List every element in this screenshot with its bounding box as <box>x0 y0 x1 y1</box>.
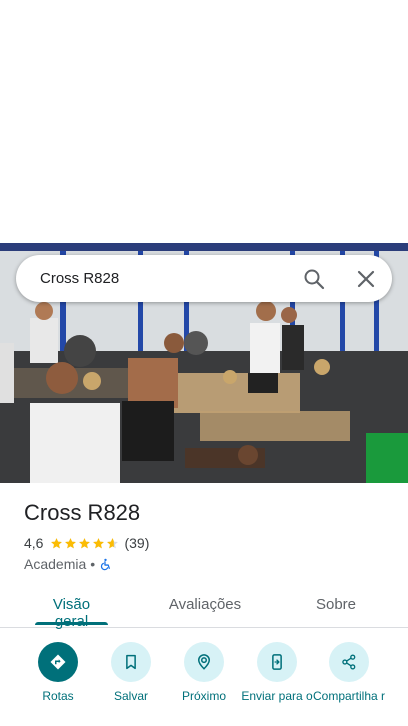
category-row: Academia • <box>24 556 112 572</box>
share-button[interactable]: Compartilha r <box>309 640 389 703</box>
rating-stars <box>50 537 120 550</box>
search-input[interactable]: Cross R828 <box>40 255 119 302</box>
star-icon <box>79 537 91 548</box>
directions-button[interactable]: Rotas <box>18 640 98 703</box>
search-bar[interactable]: Cross R828 <box>16 255 392 302</box>
rating-row[interactable]: 4,6 (39) <box>24 535 149 551</box>
active-tab-indicator <box>35 622 108 625</box>
action-bar: Rotas Salvar Próximo Enviar para o Compa… <box>0 640 408 726</box>
star-icon <box>65 537 77 548</box>
send-to-phone-icon <box>272 654 282 670</box>
send-to-phone-button[interactable]: Enviar para o <box>237 640 317 703</box>
tab-bar: Visão geral Avaliações Sobre <box>0 585 408 630</box>
review-count[interactable]: (39) <box>124 535 149 551</box>
rating-value: 4,6 <box>24 535 44 551</box>
star-icon <box>51 537 63 548</box>
wheelchair-accessible-icon <box>101 558 111 570</box>
tab-reviews[interactable]: Avaliações <box>165 596 245 613</box>
nearby-button[interactable]: Próximo <box>164 640 244 703</box>
place-title: Cross R828 <box>24 500 141 525</box>
bookmark-icon <box>126 654 136 670</box>
star-icon <box>93 537 105 548</box>
nearby-icon <box>197 654 211 670</box>
category-label: Academia <box>24 556 87 572</box>
tab-about[interactable]: Sobre <box>306 596 366 613</box>
save-button[interactable]: Salvar <box>91 640 171 703</box>
directions-icon <box>50 654 66 670</box>
close-icon[interactable] <box>354 267 378 291</box>
search-icon[interactable] <box>302 267 326 291</box>
separator: • <box>90 556 96 572</box>
share-icon <box>342 654 356 670</box>
star-icon <box>107 537 119 548</box>
